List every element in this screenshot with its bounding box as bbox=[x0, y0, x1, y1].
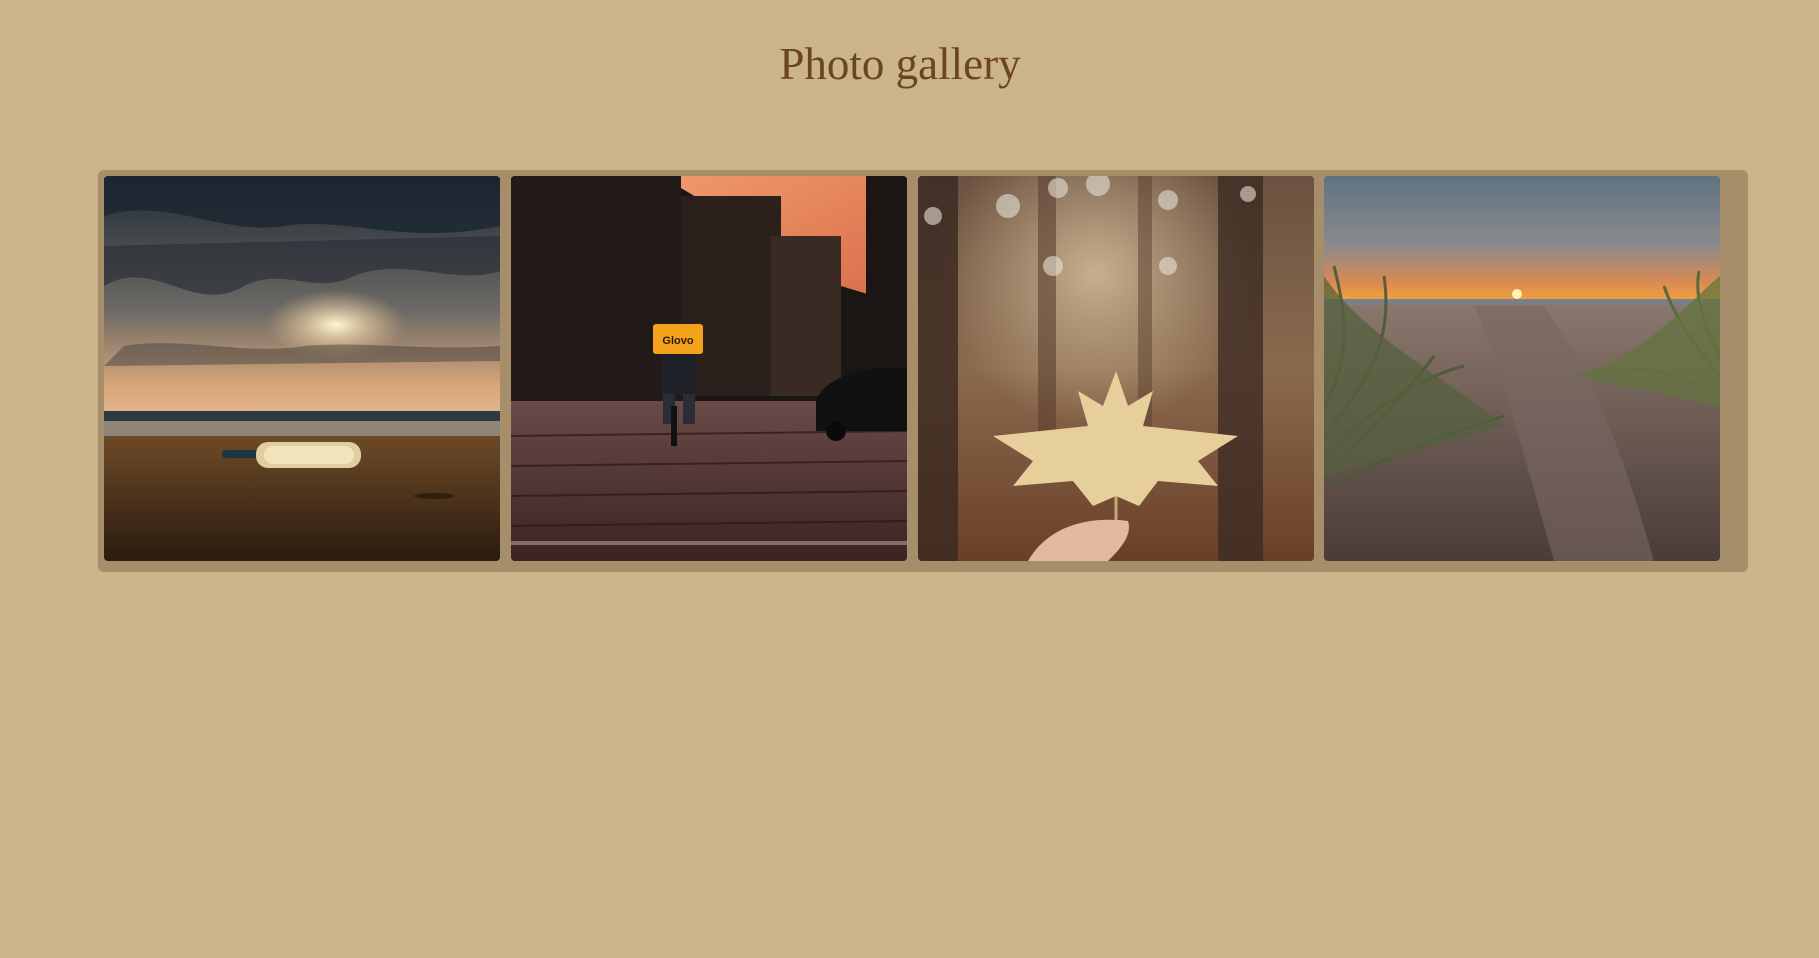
gallery-photo-courier-cycling[interactable]: Glovo bbox=[511, 176, 907, 561]
gallery-photo-autumn-leaf[interactable] bbox=[918, 176, 1314, 561]
gallery-photo-beach-dunes[interactable] bbox=[1324, 176, 1720, 561]
autumn-leaf-image bbox=[918, 176, 1314, 561]
photo-gallery: Glovo bbox=[98, 170, 1748, 572]
beach-dunes-image bbox=[1324, 176, 1720, 561]
gallery-photo-bottle-on-beach[interactable] bbox=[104, 176, 500, 561]
svg-text:Glovo: Glovo bbox=[662, 335, 693, 347]
courier-cycling-image: Glovo bbox=[511, 176, 907, 561]
page-title: Photo gallery bbox=[779, 39, 1021, 89]
bottle-on-beach-image bbox=[104, 176, 500, 561]
